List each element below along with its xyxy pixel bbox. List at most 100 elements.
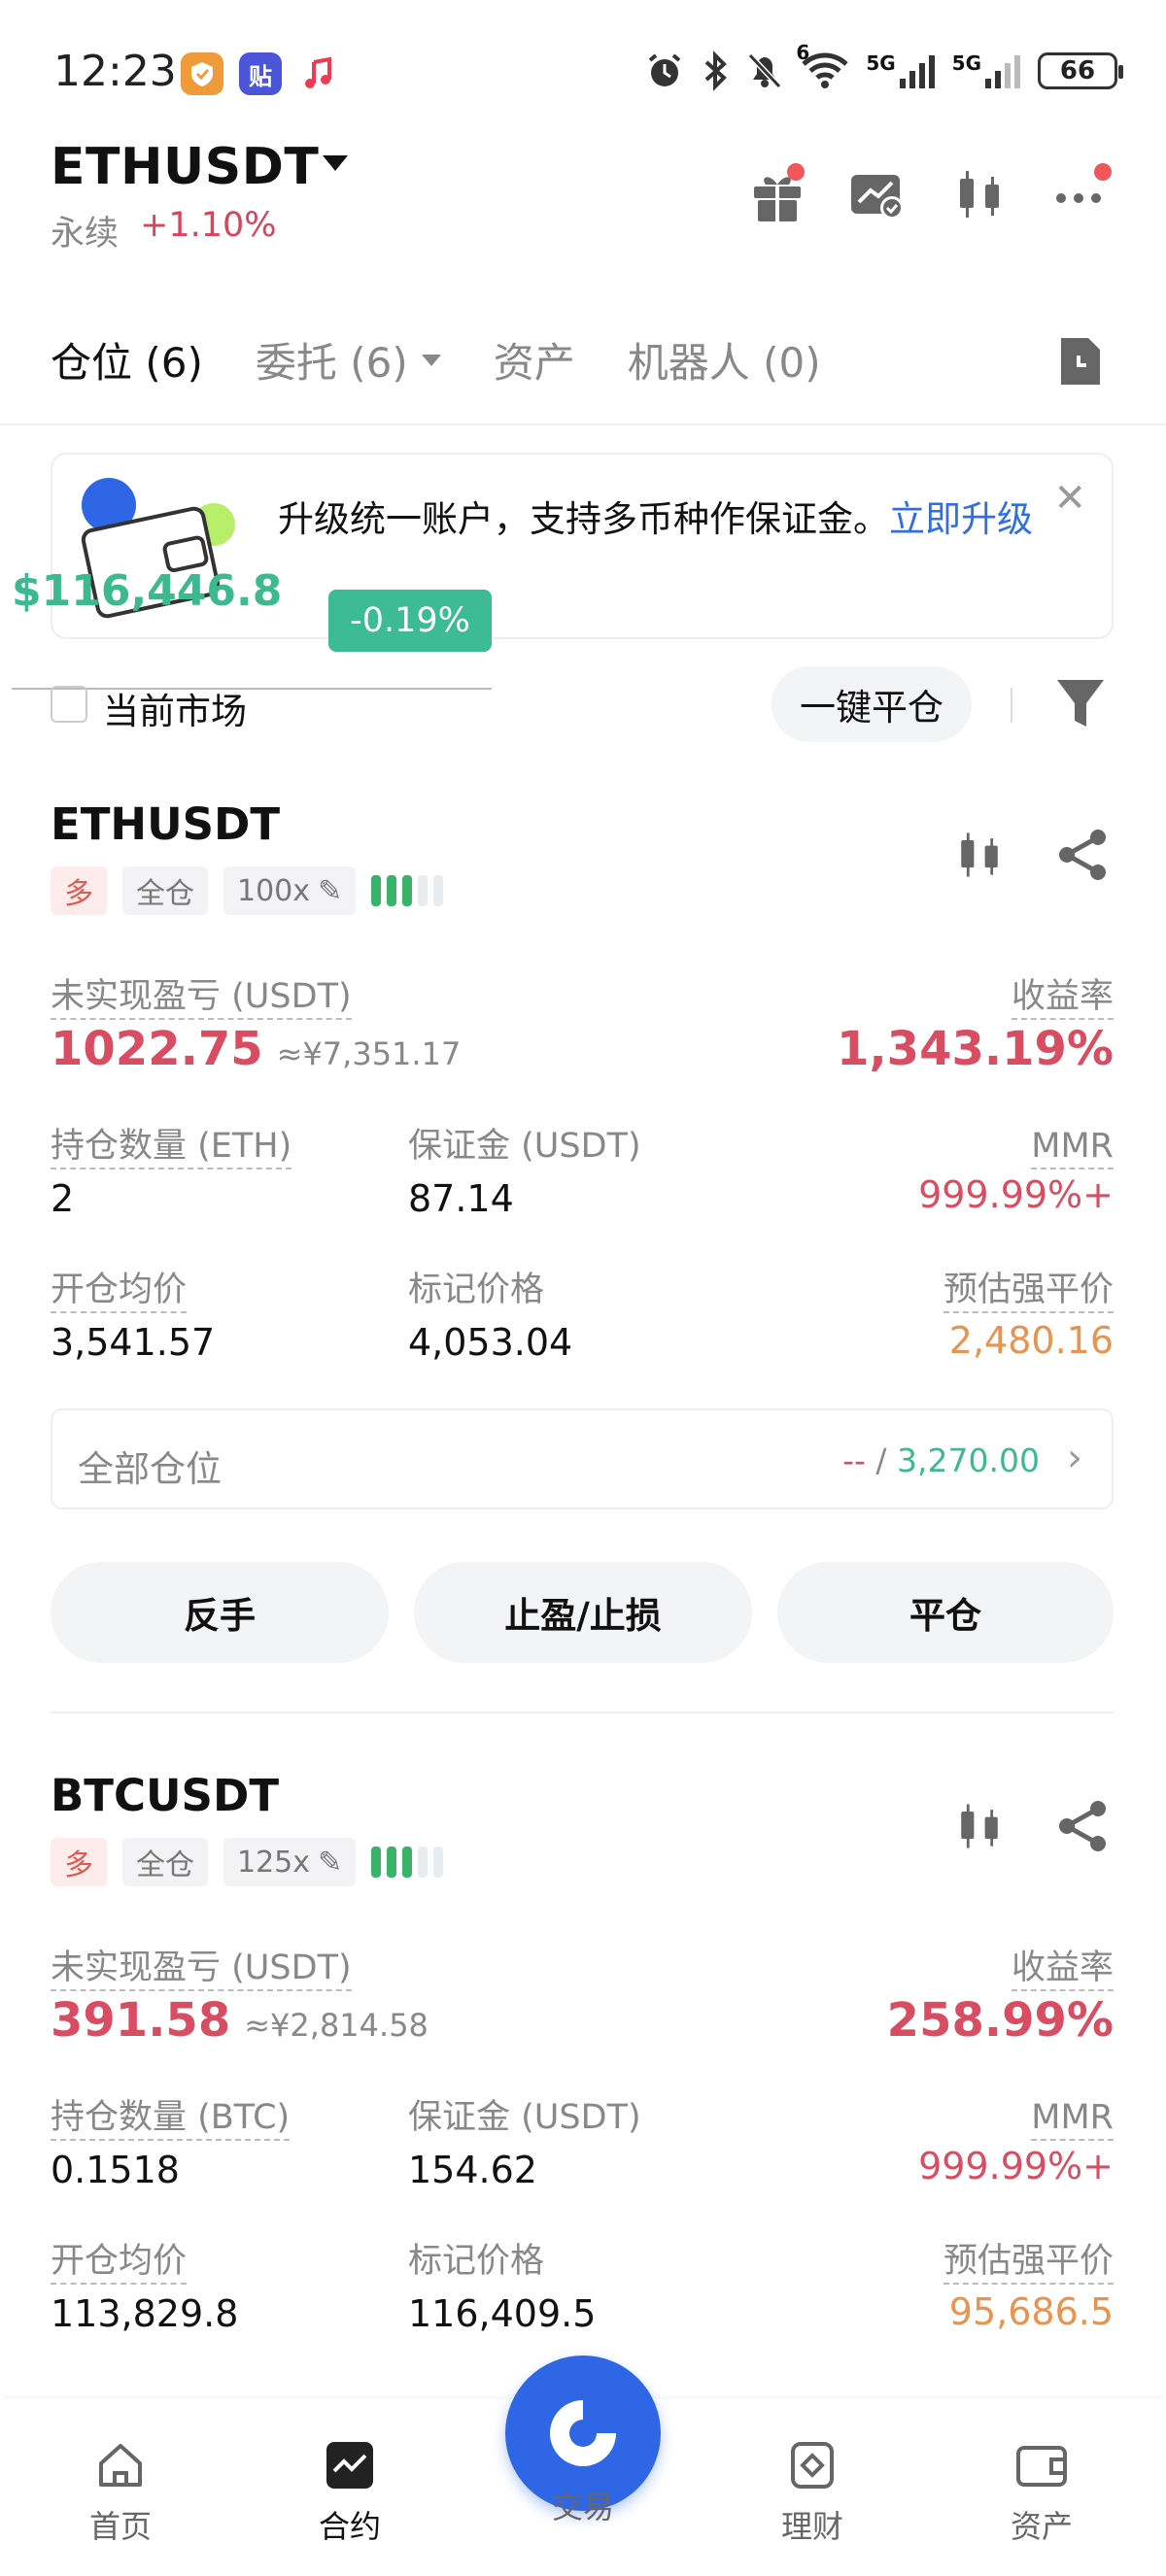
gift-notification-dot [787,163,805,181]
tab-assets[interactable]: 资产 [494,330,575,390]
alarm-icon [649,53,681,86]
tab-orders[interactable]: 委托 (6) [256,330,441,390]
share-icon[interactable] [1053,1797,1112,1855]
tab-bots[interactable]: 机器人 (0) [628,330,821,390]
position-size-value: 0.1518 [51,2149,180,2191]
history-icon[interactable] [1055,334,1106,392]
all-positions-row[interactable]: 全部仓位 -- / 3,270.00 › [51,1408,1114,1509]
mmr-label: MMR [1031,1125,1114,1169]
all-positions-sep: / [865,1441,898,1479]
nav-home[interactable]: 首页 [62,2438,179,2547]
more-icon[interactable] [1051,163,1114,225]
wallet-icon [1016,2446,1067,2487]
floating-change-badge: -0.19% [328,590,492,652]
tpsl-button[interactable]: 止盈/止损 [414,1562,752,1663]
reverse-button[interactable]: 反手 [51,1562,389,1663]
unrealized-pnl-value: 1022.75 [51,1022,263,1076]
card-divider [51,1712,1114,1713]
all-positions-label: 全部仓位 [78,1448,222,1490]
unrealized-pnl-value: 391.58 [51,1993,231,2048]
signal-label-1: 5G [866,51,896,75]
roi-value: 258.99% [886,1993,1114,2048]
adl-bar [371,1847,382,1878]
current-market-checkbox[interactable] [51,686,87,723]
filter-separator [1011,688,1012,723]
adl-indicator [371,875,444,906]
position-size-label: 持仓数量 (BTC) [51,2096,291,2141]
pair-dropdown-caret-icon[interactable] [323,155,348,171]
leverage-tag[interactable]: 125x ✎ [223,1838,357,1886]
entry-price-label: 开仓均价 [51,1269,188,1313]
signal-label-2: 5G [951,51,981,75]
entry-price-label: 开仓均价 [51,2240,188,2285]
edit-icon: ✎ [318,1845,343,1880]
tieba-icon: 贴 [239,52,282,95]
nav-trade[interactable]: 交易 [525,2459,641,2527]
nav-assets[interactable]: 资产 [983,2438,1100,2547]
share-icon[interactable] [1053,826,1112,884]
tabs-divider [0,424,1166,425]
adl-bar [402,1847,413,1878]
adl-bar [371,875,382,906]
candlestick-icon[interactable] [950,1797,1009,1855]
pair-title[interactable]: ETHUSDT [51,138,319,196]
adl-indicator [371,1847,444,1878]
margin-value: 87.14 [408,1177,514,1220]
position-tabs: 仓位 (6) 委托 (6) 资产 机器人 (0) [51,330,821,390]
tab-positions-label: 仓位 (6) [51,339,203,387]
margin-mode-tag: 全仓 [122,866,208,915]
tab-positions[interactable]: 仓位 (6) [51,330,203,390]
unrealized-pnl-label: 未实现盈亏 (USDT) [51,975,352,1020]
app-notification-icon [181,52,223,95]
adl-bar [433,1847,444,1878]
chart-settings-icon[interactable] [845,163,908,225]
tab-orders-label: 委托 (6) [255,339,408,387]
roi-value: 1,343.19% [837,1022,1114,1076]
nav-contract[interactable]: 合约 [292,2438,408,2547]
mmr-label: MMR [1031,2096,1114,2141]
more-notification-dot [1094,163,1112,181]
candlestick-icon[interactable] [950,826,1009,884]
liq-price-value: 95,686.5 [948,2290,1114,2333]
status-time: 12:23 [53,47,177,96]
filter-icon[interactable] [1053,674,1108,736]
chevron-down-icon [421,354,441,366]
adl-bar [387,875,397,906]
wifi-icon: 6 [796,41,850,91]
adl-bar [418,875,429,906]
banner-text: 升级统一账户，支持多币种作保证金。立即升级 [278,495,1094,544]
liq-price-label: 预估强平价 [943,1269,1114,1313]
entry-price-value: 3,541.57 [51,1321,216,1364]
close-icon[interactable]: ✕ [1053,476,1086,521]
banner-upgrade-link[interactable]: 立即升级 [889,498,1033,540]
music-icon [297,52,340,95]
nav-home-label: 首页 [88,2508,152,2545]
mute-icon [748,52,782,89]
nav-earn-label: 理财 [780,2508,843,2545]
chevron-right-icon: › [1067,1436,1082,1480]
nav-contract-label: 合约 [318,2508,381,2545]
candlestick-icon[interactable] [948,163,1011,225]
adl-bar [402,875,413,906]
adl-bar [387,1847,397,1878]
side-tag: 多 [51,1838,107,1886]
mmr-value: 999.99%+ [918,2145,1114,2187]
contract-icon [326,2442,373,2489]
all-positions-value: -- / 3,270.00 [842,1441,1040,1479]
gift-icon[interactable] [746,163,808,225]
nav-assets-label: 资产 [1010,2508,1073,2545]
position-symbol: ETHUSDT [51,798,281,850]
margin-label: 保证金 (USDT) [408,1127,641,1166]
leverage-tag[interactable]: 100x ✎ [223,866,357,915]
roi-label: 收益率 [1011,1947,1114,1991]
battery-icon: 66 [1038,52,1123,89]
nav-earn[interactable]: 理财 [754,2438,871,2547]
floating-price[interactable]: $116,446.8 [12,566,282,616]
banner-message: 升级统一账户，支持多币种作保证金。 [278,498,889,540]
side-tag: 多 [51,866,107,915]
close-all-button[interactable]: 一键平仓 [772,666,972,742]
position-size-label: 持仓数量 (ETH) [51,1125,292,1169]
position-symbol: BTCUSDT [51,1770,280,1821]
close-position-button[interactable]: 平仓 [777,1562,1114,1663]
margin-mode-tag: 全仓 [122,1838,208,1886]
